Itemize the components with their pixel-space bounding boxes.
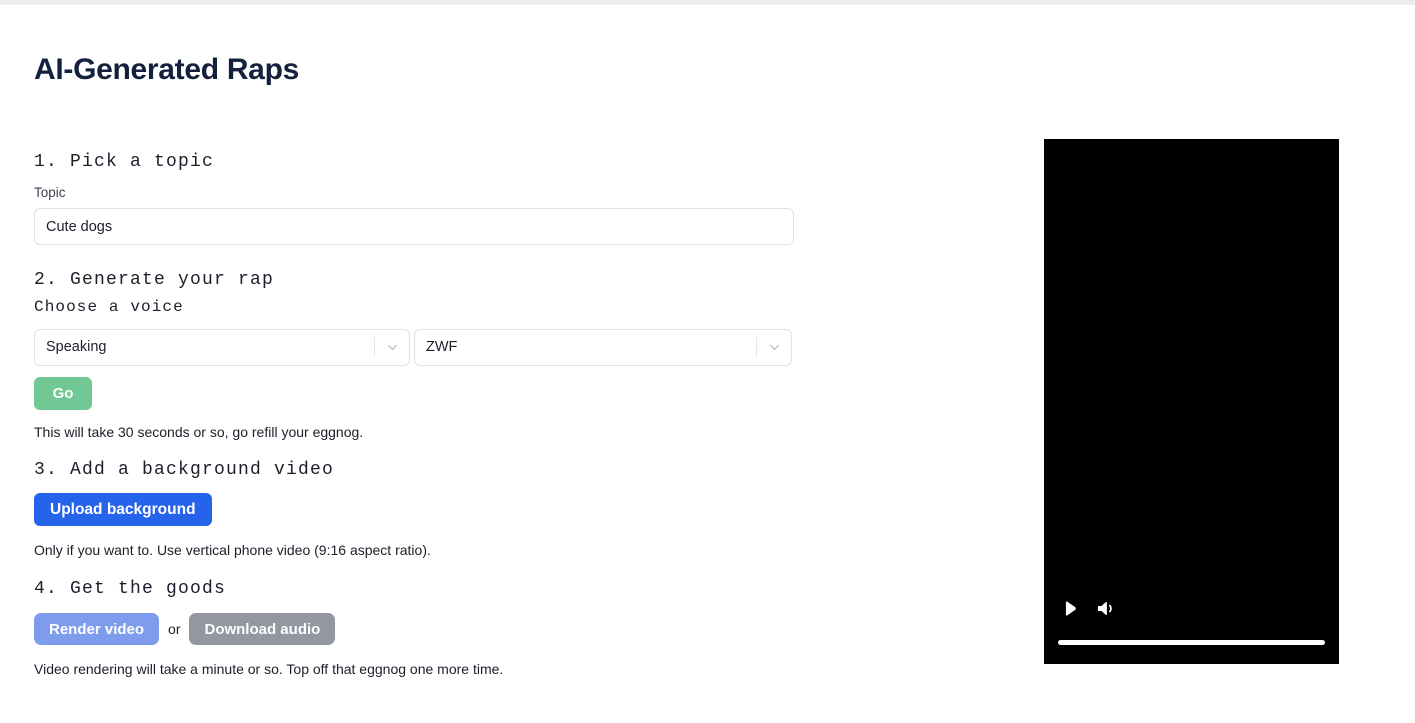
step-3-section: 3. Add a background video Upload backgro… — [34, 458, 994, 561]
chevron-down-icon[interactable] — [757, 330, 791, 365]
upload-background-button[interactable]: Upload background — [34, 493, 212, 527]
video-control-icons — [1060, 598, 1116, 619]
step-4-section: 4. Get the goods Render video or Downloa… — [34, 577, 994, 680]
voice-name-value: ZWF — [426, 339, 458, 356]
step-1-section: 1. Pick a topic Topic — [34, 150, 994, 246]
step-2-heading: 2. Generate your rap — [34, 270, 275, 291]
go-button-row: Go — [34, 376, 994, 410]
step-4-helper-text: Video rendering will take a minute or so… — [34, 661, 504, 678]
main-form-column: AI-Generated Raps 1. Pick a topic Topic … — [34, 5, 994, 679]
page-title: AI-Generated Raps — [34, 53, 299, 86]
step-2-helper-text: This will take 30 seconds or so, go refi… — [34, 423, 364, 440]
video-progress-bar[interactable] — [1058, 640, 1325, 645]
step-3-helper-text: Only if you want to. Use vertical phone … — [34, 542, 431, 559]
upload-button-row: Upload background — [34, 493, 994, 527]
video-controls-bar — [1044, 560, 1339, 664]
voice-style-value: Speaking — [46, 339, 107, 356]
play-icon[interactable] — [1060, 599, 1079, 618]
or-separator-label: or — [168, 621, 181, 638]
step-2-section: 2. Generate your rap Choose a voice Spea… — [34, 268, 994, 442]
step-3-heading: 3. Add a background video — [34, 460, 335, 481]
choose-voice-label: Choose a voice — [34, 298, 184, 317]
step-4-heading: 4. Get the goods — [34, 578, 227, 599]
video-player[interactable] — [1044, 139, 1339, 664]
volume-high-icon[interactable] — [1095, 598, 1116, 619]
go-button[interactable]: Go — [34, 376, 92, 410]
render-video-button[interactable]: Render video — [34, 613, 160, 646]
topic-label: Topic — [34, 185, 66, 201]
voice-selects-row: Speaking ZWF — [34, 328, 994, 366]
voice-style-select[interactable]: Speaking — [34, 328, 410, 366]
topic-input[interactable] — [34, 208, 794, 246]
get-goods-button-row: Render video or Download audio — [34, 613, 994, 646]
topic-field-group: Topic — [34, 184, 994, 246]
step-1-heading: 1. Pick a topic — [34, 152, 215, 172]
download-audio-button[interactable]: Download audio — [189, 613, 336, 646]
voice-name-select[interactable]: ZWF — [414, 328, 792, 366]
chevron-down-icon[interactable] — [375, 330, 409, 365]
page-root: AI-Generated Raps 1. Pick a topic Topic … — [0, 5, 1415, 723]
